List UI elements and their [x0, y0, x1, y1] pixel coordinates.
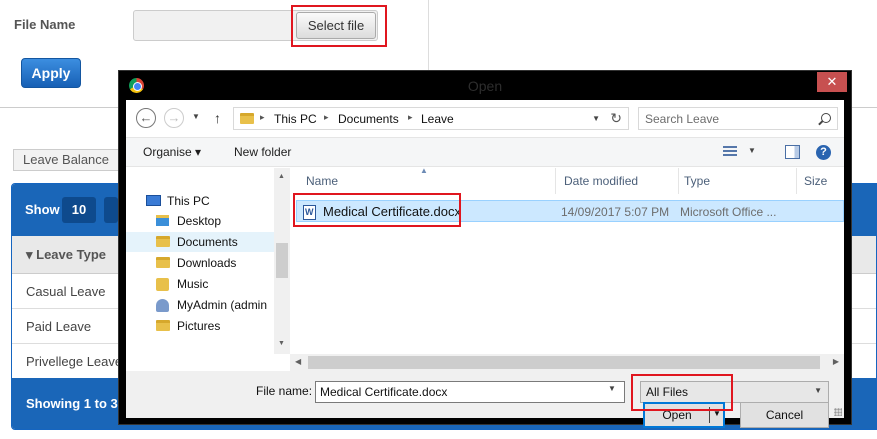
screen: File Name Select file Apply Leave Balanc… [0, 0, 877, 439]
nav-label: Pictures [177, 319, 221, 333]
file-name-field-label: File name: [256, 384, 313, 398]
breadcrumb-this-pc[interactable]: This PC [274, 112, 317, 126]
view-options-icon[interactable] [723, 146, 737, 158]
close-button[interactable]: ✕ [817, 72, 847, 92]
file-type: Microsoft Office ... [680, 205, 777, 219]
preview-pane-icon[interactable] [785, 145, 800, 159]
file-name-field[interactable] [315, 381, 625, 403]
command-bar: Organise ▾ New folder ▼ ? [126, 137, 844, 167]
nav-item-music[interactable]: Music [126, 274, 274, 294]
divider [428, 0, 429, 70]
column-type[interactable]: Type [676, 168, 796, 194]
nav-label: This PC [167, 194, 210, 208]
page-size-dropdown[interactable] [104, 197, 118, 223]
nav-item-this-pc[interactable]: This PC [126, 191, 274, 211]
organise-menu[interactable]: Organise ▾ [143, 145, 201, 159]
file-list-hscrollbar[interactable]: ◀ ▶ [290, 354, 844, 371]
button-row: Open ▼ Cancel [126, 402, 844, 434]
address-dropdown[interactable]: ▼ [592, 114, 600, 123]
open-button-highlight [631, 374, 733, 411]
scroll-down-arrow[interactable]: ▼ [278, 340, 285, 347]
column-date-modified[interactable]: Date modified [556, 168, 676, 194]
dialog-footer: File name: ▼ All Files ▼ Open ▼ Cancel [126, 371, 844, 428]
computer-icon [146, 195, 161, 206]
dialog-titlebar[interactable]: Open ✕ [119, 71, 851, 101]
leave-balance-tab[interactable]: Leave Balance [13, 149, 123, 171]
nav-label: MyAdmin (admin [177, 298, 268, 312]
refresh-icon[interactable]: ↻ [610, 110, 622, 127]
music-folder-icon [156, 278, 169, 291]
view-dropdown[interactable]: ▼ [748, 146, 756, 155]
file-name-label: File Name [14, 17, 76, 32]
resize-grip[interactable] [834, 408, 842, 416]
nav-scrollbar[interactable]: ▲ ▼ [274, 168, 290, 354]
breadcrumb-separator: ▸ [324, 112, 329, 122]
select-file-highlight [291, 5, 387, 47]
row-label: Casual Leave [26, 284, 106, 299]
recent-locations-dropdown[interactable]: ▼ [192, 112, 200, 121]
apply-button[interactable]: Apply [21, 58, 81, 88]
scroll-left-arrow[interactable]: ◀ [295, 357, 301, 366]
search-input[interactable]: Search Leave [638, 107, 838, 130]
forward-button[interactable]: → [164, 108, 184, 128]
open-dialog: Open ✕ ← → ▼ ↑ ▸ This PC ▸ Documents ▸ L… [118, 70, 852, 428]
nav-item-pictures[interactable]: Pictures [126, 316, 274, 336]
back-button[interactable]: ← [136, 108, 156, 128]
scroll-thumb[interactable] [308, 356, 820, 369]
dialog-body: ← → ▼ ↑ ▸ This PC ▸ Documents ▸ Leave ▼ … [126, 100, 844, 428]
row-label: Paid Leave [26, 319, 92, 334]
show-label: Show [25, 202, 60, 217]
navigation-pane: This PC Desktop Documents Downloads Musi… [126, 168, 289, 354]
nav-item-myadmin[interactable]: MyAdmin (admin [126, 295, 274, 315]
column-size[interactable]: Size [796, 168, 844, 194]
row-label: Privellege Leave [26, 354, 123, 369]
search-placeholder: Search Leave [645, 112, 720, 126]
file-highlight [293, 193, 461, 227]
nav-item-documents[interactable]: Documents [126, 232, 274, 252]
up-arrow-icon[interactable]: ↑ [214, 110, 221, 126]
breadcrumb-documents[interactable]: Documents [338, 112, 399, 126]
search-icon [821, 113, 831, 123]
breadcrumb-separator: ▸ [408, 112, 413, 122]
downloads-folder-icon [156, 257, 170, 268]
breadcrumb-separator: ▸ [260, 112, 265, 122]
user-icon [156, 299, 169, 312]
nav-label: Desktop [177, 214, 222, 228]
nav-label: Downloads [177, 256, 237, 270]
desktop-folder-icon [156, 215, 169, 226]
scroll-up-arrow[interactable]: ▲ [278, 173, 285, 180]
nav-item-downloads[interactable]: Downloads [126, 253, 274, 273]
nav-label: Documents [177, 235, 238, 249]
help-icon[interactable]: ? [816, 145, 831, 160]
dialog-title: Open [467, 78, 503, 94]
nav-item-desktop[interactable]: Desktop [126, 211, 274, 231]
documents-folder-icon [156, 236, 170, 247]
scroll-right-arrow[interactable]: ▶ [833, 357, 839, 366]
address-bar[interactable]: ▸ This PC ▸ Documents ▸ Leave ▼ ↻ [233, 107, 629, 130]
leave-type-header[interactable]: ▾ Leave Type [26, 247, 106, 263]
breadcrumb-leave[interactable]: Leave [421, 112, 454, 126]
page-size-select[interactable]: 10 [62, 197, 96, 223]
chevron-down-icon: ▼ [814, 386, 822, 395]
file-name-dropdown[interactable]: ▼ [608, 384, 616, 393]
cancel-button[interactable]: Cancel [740, 402, 829, 428]
nav-label: Music [177, 277, 209, 291]
column-name[interactable]: Name [298, 168, 554, 194]
file-date: 14/09/2017 5:07 PM [561, 205, 670, 219]
new-folder-button[interactable]: New folder [234, 145, 291, 159]
folder-icon [240, 113, 254, 124]
pictures-folder-icon [156, 320, 170, 331]
scroll-thumb[interactable] [276, 243, 288, 278]
